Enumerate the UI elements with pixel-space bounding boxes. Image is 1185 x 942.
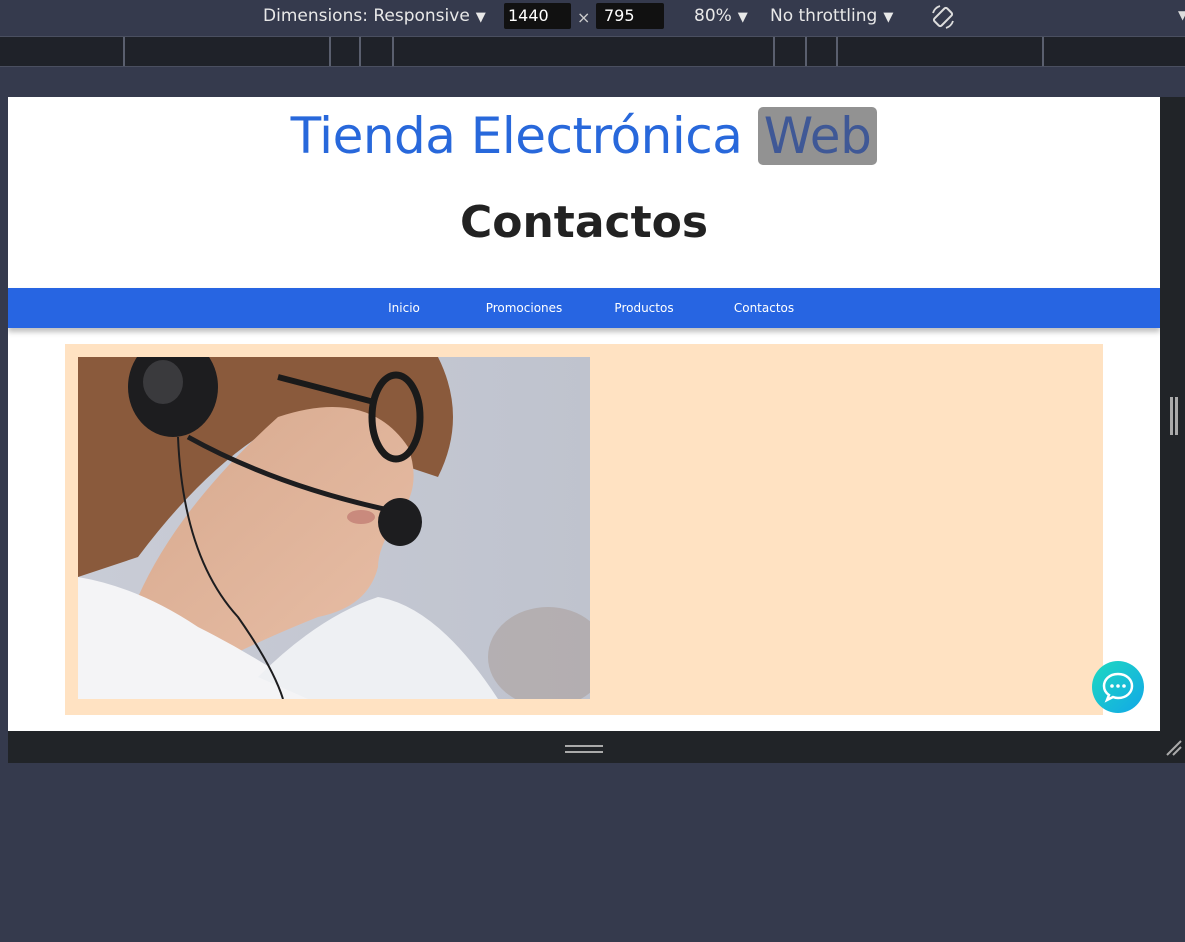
dimensions-dropdown[interactable]: Dimensions: Responsive ▼ (263, 6, 486, 26)
throttling-dropdown[interactable]: No throttling ▼ (770, 6, 893, 26)
site-title: Tienda Electrónica Web (8, 107, 1160, 165)
media-query-bar[interactable] (0, 36, 1185, 67)
viewport-right-resizer[interactable] (1160, 97, 1185, 763)
media-query-marker[interactable] (836, 37, 838, 66)
page-viewport: Tienda Electrónica Web Contactos Inicio … (8, 97, 1160, 731)
chevron-down-icon: ▼ (475, 10, 486, 25)
media-query-marker[interactable] (1042, 37, 1044, 66)
nav-item-inicio[interactable]: Inicio (388, 288, 420, 328)
resize-handle-icon[interactable] (565, 745, 603, 753)
media-query-marker[interactable] (805, 37, 807, 66)
chat-bubble-icon (1102, 672, 1134, 703)
chat-widget-button[interactable] (1092, 661, 1144, 713)
contact-panel (65, 344, 1103, 715)
corner-resize-icon[interactable] (1163, 737, 1183, 761)
zoom-label: 80% (694, 6, 732, 26)
throttling-label: No throttling (770, 6, 878, 26)
page-heading: Contactos (459, 197, 709, 248)
media-query-marker[interactable] (773, 37, 775, 66)
main-navbar: Inicio Promociones Productos Contactos (8, 288, 1160, 328)
customer-service-photo (78, 357, 590, 699)
height-input[interactable]: 795 (596, 3, 664, 29)
site-title-highlight: Web (757, 107, 878, 165)
dimensions-label: Dimensions: Responsive (263, 6, 470, 26)
nav-item-promociones[interactable]: Promociones (486, 288, 563, 328)
chevron-down-icon: ▼ (883, 10, 894, 25)
media-query-marker[interactable] (329, 37, 331, 66)
nav-item-productos[interactable]: Productos (614, 288, 673, 328)
media-query-marker[interactable] (359, 37, 361, 66)
media-query-marker[interactable] (123, 37, 125, 66)
viewport-bottom-resizer[interactable] (8, 731, 1160, 763)
media-query-marker[interactable] (392, 37, 394, 66)
devtools-device-toolbar: Dimensions: Responsive ▼ 1440 × 795 80% ▼ … (0, 0, 1185, 36)
zoom-dropdown[interactable]: 80% ▼ (694, 6, 748, 26)
resize-handle-icon[interactable] (1170, 397, 1178, 435)
rotate-icon[interactable] (930, 4, 956, 35)
nav-item-contactos[interactable]: Contactos (734, 288, 794, 328)
chevron-down-icon: ▼ (737, 10, 748, 25)
width-input[interactable]: 1440 (504, 3, 571, 29)
more-options-icon[interactable]: ▼ (1178, 8, 1185, 22)
site-title-main: Tienda Electrónica (290, 107, 743, 165)
dimension-separator: × (577, 8, 591, 27)
